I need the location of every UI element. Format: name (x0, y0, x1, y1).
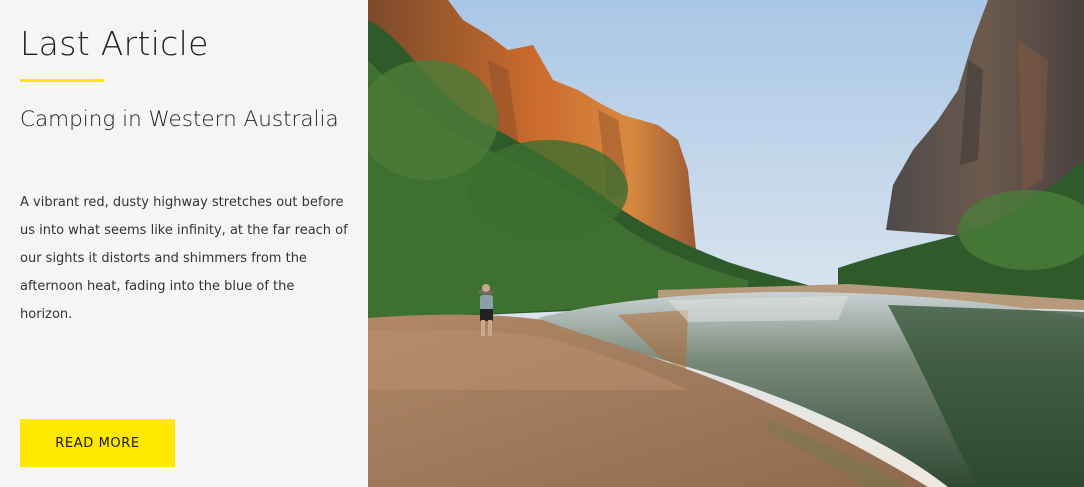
section-heading: Last Article (20, 24, 209, 63)
heading-accent-rule (20, 79, 104, 82)
article-text-panel: Last Article Camping in Western Australi… (0, 0, 368, 487)
article-image[interactable] (368, 0, 1084, 487)
last-article-section: Last Article Camping in Western Australi… (0, 0, 1084, 487)
gorge-photo-illustration (368, 0, 1084, 487)
read-more-button[interactable]: READ MORE (20, 419, 175, 467)
article-excerpt: A vibrant red, dusty highway stretches o… (20, 195, 348, 322)
article-title[interactable]: Camping in Western Australia (20, 107, 339, 132)
